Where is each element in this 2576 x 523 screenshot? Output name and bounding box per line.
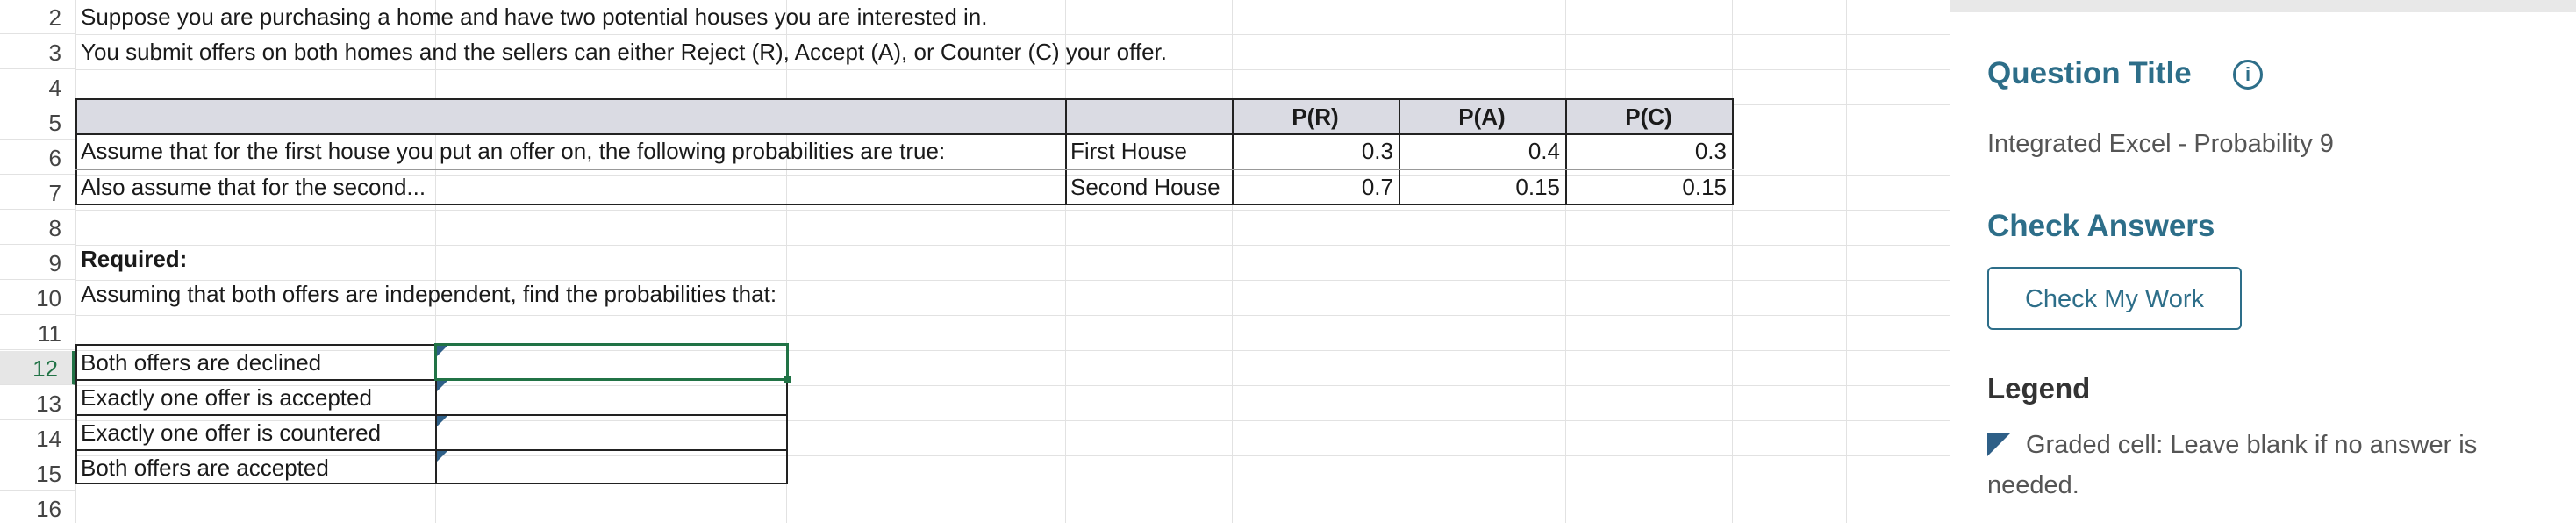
row-number[interactable]: 3 [0,35,75,69]
grid-row-line [75,69,1950,70]
row-number[interactable]: 8 [0,211,75,245]
first-house-assumption[interactable]: Assume that for the first house you put … [81,134,945,168]
check-answers-heading: Check Answers [1987,209,2215,243]
required-instructions[interactable]: Assuming that both offers are independen… [81,277,776,311]
required-label[interactable]: Required: [81,242,187,276]
row-number[interactable]: 7 [0,176,75,210]
row-number[interactable]: 13 [0,386,75,420]
grid-col-line [1846,0,1847,523]
fill-handle[interactable] [784,376,791,383]
check-my-work-button[interactable]: Check My Work [1987,267,2242,330]
header-p-accept[interactable]: P(A) [1399,100,1565,133]
question-both-accepted[interactable]: Both offers are accepted [81,451,329,484]
question-title-heading: Question Title [1987,56,2192,90]
graded-cell-marker-icon [437,381,447,391]
legend-heading: Legend [1987,372,2091,405]
row-number-active[interactable]: 12 [0,351,75,385]
grid-row-line [75,210,1950,211]
first-house-label[interactable]: First House [1070,134,1187,168]
second-house-p-counter[interactable]: 0.15 [1565,170,1732,204]
selected-cell[interactable] [434,343,789,381]
table-divider [1065,98,1067,205]
grid-row-line [75,315,1950,316]
second-house-assumption[interactable]: Also assume that for the second... [81,170,426,204]
intro-text[interactable]: Suppose you are purchasing a home and ha… [81,0,987,33]
first-house-p-accept[interactable]: 0.4 [1399,134,1565,168]
grid-col-line [1065,0,1066,523]
row-number[interactable]: 10 [0,281,75,315]
row-number[interactable]: 9 [0,246,75,280]
question-one-accepted[interactable]: Exactly one offer is accepted [81,381,372,414]
row-number[interactable]: 4 [0,70,75,104]
first-house-p-counter[interactable]: 0.3 [1565,134,1732,168]
panel-top-bar [1950,0,2576,12]
question-both-declined[interactable]: Both offers are declined [81,346,321,379]
row-number[interactable]: 11 [0,316,75,350]
accessibility-info-icon[interactable]: i [2233,60,2263,90]
header-p-reject[interactable]: P(R) [1232,100,1399,133]
grid-col-line [1565,0,1566,523]
second-house-p-reject[interactable]: 0.7 [1232,170,1399,204]
question-one-countered[interactable]: Exactly one offer is countered [81,416,381,449]
question-panel: Question Title i Integrated Excel - Prob… [1950,0,2576,523]
legend-text: Graded cell: Leave blank if no answer is… [1987,431,2478,499]
row-number[interactable]: 2 [0,0,75,34]
question-title: Integrated Excel - Probability 9 [1987,130,2334,158]
second-house-label[interactable]: Second House [1070,170,1220,204]
spreadsheet[interactable]: 2 3 4 5 6 7 8 9 10 11 12 13 14 15 16 Sup… [0,0,1950,523]
row-number[interactable]: 15 [0,456,75,491]
header-p-counter[interactable]: P(C) [1565,100,1732,133]
intro-text[interactable]: You submit offers on both homes and the … [81,35,1167,68]
row-number[interactable]: 14 [0,421,75,455]
grid-row-line [75,245,1950,246]
graded-cell-marker-icon [437,416,447,426]
row-number[interactable]: 6 [0,140,75,175]
graded-cell-marker-icon [437,451,447,462]
second-house-p-accept[interactable]: 0.15 [1399,170,1565,204]
grid-col-line [1232,0,1233,523]
row-number[interactable]: 5 [0,105,75,140]
first-house-p-reject[interactable]: 0.3 [1232,134,1399,168]
row-number[interactable]: 16 [0,491,75,523]
grid-col-line [1732,0,1733,523]
